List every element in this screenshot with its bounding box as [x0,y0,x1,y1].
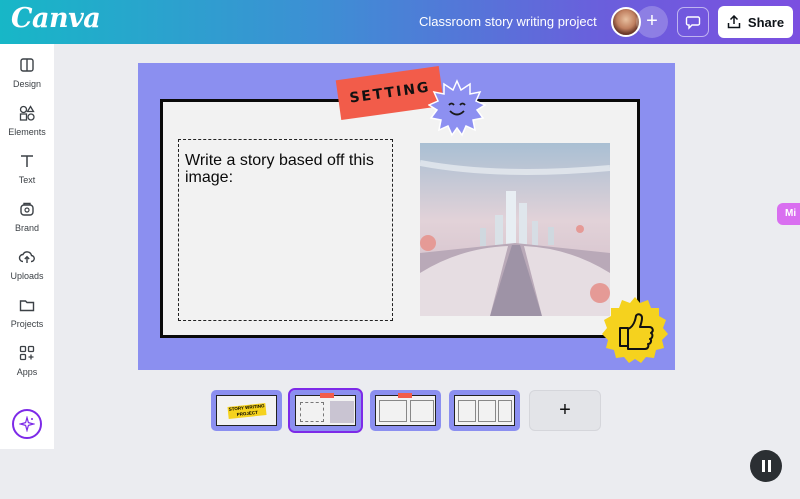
page-thumbnail-preview [454,395,515,426]
comment-button[interactable] [677,7,709,37]
page-thumbnail-preview: STORY WRITING PROJECT [216,395,277,426]
futuristic-city-image [420,143,610,316]
sidebar-item-label: Uploads [10,271,44,281]
sidebar-item-design[interactable]: Design [0,48,54,92]
pause-icon [761,460,765,472]
document-title[interactable]: Classroom story writing project [419,14,597,29]
sidebar-item-apps[interactable]: Apps [0,336,54,380]
sidebar-item-label: Elements [8,127,46,137]
slide-board[interactable]: Write a story based off this image: [160,99,640,338]
page-thumbnails-strip: STORY WRITING PROJECT + [0,380,800,450]
thumbs-up-sticker[interactable] [600,295,670,365]
sidebar-item-label: Text [18,175,36,185]
page-thumbnail-4[interactable] [449,390,520,431]
sidebar-item-uploads[interactable]: Uploads [0,240,54,284]
shapes-icon [19,105,35,121]
share-upload-icon [727,15,741,29]
page-thumbnail-preview [375,393,436,426]
sidebar-item-brand[interactable]: Brand [0,192,54,236]
page-thumbnail-3[interactable] [370,390,441,431]
text-icon [21,155,33,167]
page-thumbnail-1[interactable]: STORY WRITING PROJECT [211,390,282,431]
page-thumbnail-preview [295,393,356,426]
sidebar-item-label: Projects [10,319,44,329]
bottom-bar [0,449,800,499]
pause-icon [767,460,771,472]
sidebar-item-elements[interactable]: Elements [0,96,54,140]
folder-icon [19,300,35,312]
brand-icon [20,202,34,216]
story-text-box[interactable]: Write a story based off this image: [178,139,393,321]
sidebar-item-projects[interactable]: Projects [0,288,54,332]
sidebar-item-text[interactable]: Text [0,144,54,188]
sidebar-item-label: Brand [14,223,40,233]
page-thumbnail-2[interactable] [288,388,363,433]
city-photo[interactable] [420,143,610,316]
smiley-sun-sticker[interactable] [428,79,486,137]
top-bar: Canva Classroom story writing project + … [0,0,800,44]
apps-icon [19,345,35,361]
pause-button[interactable] [750,450,782,482]
upload-cloud-icon [18,251,35,263]
add-collaborator-button[interactable]: + [636,6,668,38]
add-page-button[interactable]: + [529,390,601,431]
layout-icon [20,58,34,72]
share-button[interactable]: Share [718,6,793,38]
thumbnail-title-tag: STORY WRITING PROJECT [226,402,267,419]
sidebar-item-label: Apps [16,367,38,377]
collaborator-cursor-tag: Mi [777,203,800,225]
sidebar-item-label: Design [12,79,41,89]
canva-logo[interactable]: Canva [11,3,101,34]
story-prompt-text[interactable]: Write a story based off this image: [185,152,385,186]
comment-icon [685,16,701,30]
slide-canvas[interactable]: Write a story based off this image: SETT… [138,63,675,370]
share-button-label: Share [747,14,785,30]
